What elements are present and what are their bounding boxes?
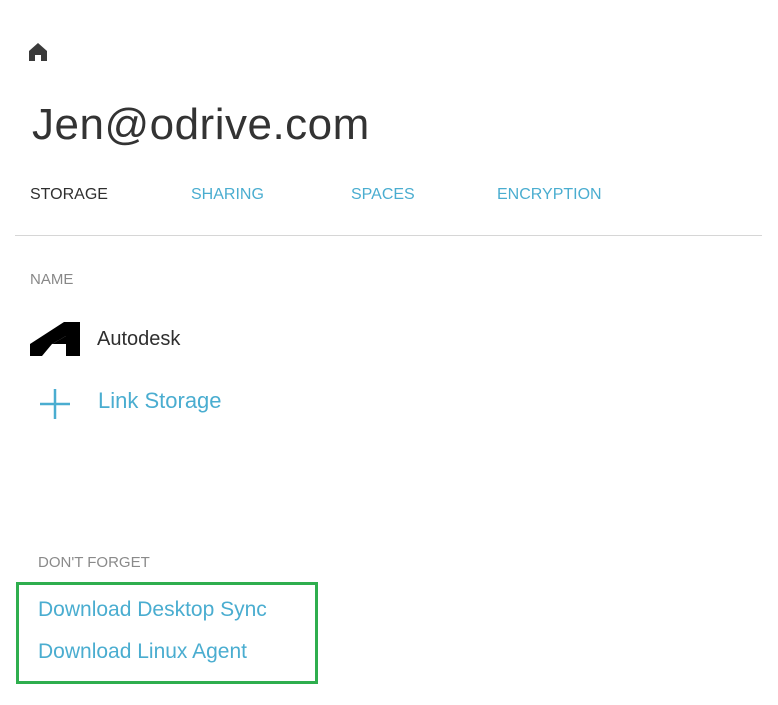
download-desktop-sync-link[interactable]: Download Desktop Sync (38, 596, 267, 624)
tab-divider (15, 235, 762, 236)
tab-bar: STORAGE SHARING SPACES ENCRYPTION (0, 182, 778, 208)
storage-item-name: Autodesk (97, 328, 181, 350)
home-icon[interactable] (28, 42, 48, 62)
tab-sharing[interactable]: SHARING (191, 182, 264, 208)
name-column-header: NAME (30, 271, 74, 288)
storage-item-autodesk[interactable]: Autodesk (30, 318, 430, 358)
tab-encryption[interactable]: ENCRYPTION (497, 182, 602, 208)
autodesk-logo-icon (30, 322, 82, 356)
link-storage-label: Link Storage (98, 388, 222, 413)
link-storage-button[interactable]: Link Storage (38, 383, 338, 419)
download-linux-agent-link[interactable]: Download Linux Agent (38, 638, 247, 666)
dont-forget-heading: DON'T FORGET (38, 554, 150, 571)
tab-storage[interactable]: STORAGE (30, 182, 108, 208)
plus-icon (38, 387, 72, 421)
tab-spaces[interactable]: SPACES (351, 182, 415, 208)
account-title: Jen@odrive.com (32, 100, 370, 149)
storage-page: Jen@odrive.com STORAGE SHARING SPACES EN… (0, 0, 778, 705)
